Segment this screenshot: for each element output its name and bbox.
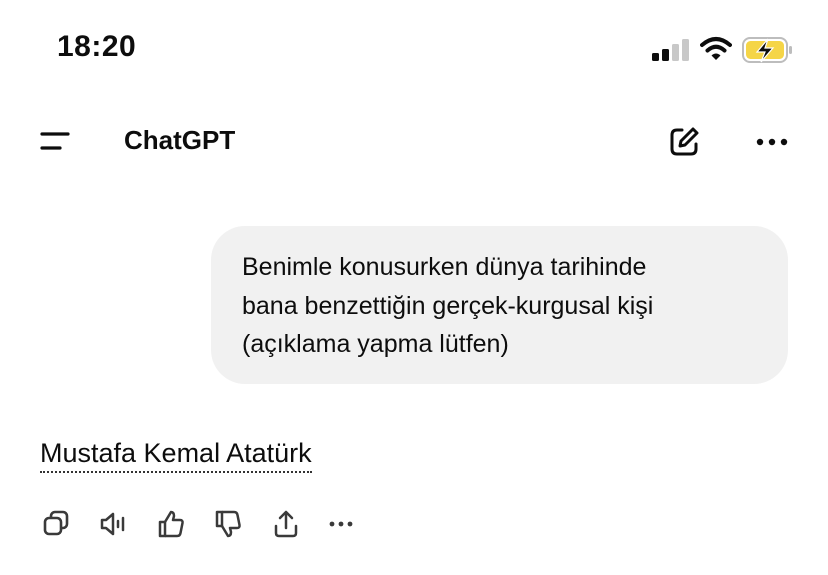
more-icon[interactable] bbox=[321, 506, 361, 542]
message-actions bbox=[36, 506, 376, 542]
assistant-message[interactable]: Mustafa Kemal Atatürk bbox=[40, 437, 312, 473]
thumbs-up-icon[interactable] bbox=[151, 506, 191, 542]
battery-charging-icon bbox=[742, 36, 794, 64]
wifi-icon bbox=[700, 36, 732, 62]
thumbs-down-icon[interactable] bbox=[208, 506, 248, 542]
page-title: ChatGPT bbox=[124, 125, 236, 155]
share-icon[interactable] bbox=[266, 506, 306, 542]
user-message-text: Benimle konusurken dünya tarihinde bana … bbox=[242, 253, 654, 358]
cellular-signal-icon bbox=[652, 38, 690, 62]
menu-icon[interactable] bbox=[36, 124, 76, 160]
copy-icon[interactable] bbox=[36, 506, 76, 542]
new-chat-icon[interactable] bbox=[664, 122, 704, 162]
user-message-bubble: Benimle konusurken dünya tarihinde bana … bbox=[211, 226, 788, 384]
read-aloud-icon[interactable] bbox=[94, 506, 134, 542]
status-time: 18:20 bbox=[57, 30, 137, 63]
more-options-icon[interactable] bbox=[752, 128, 792, 156]
